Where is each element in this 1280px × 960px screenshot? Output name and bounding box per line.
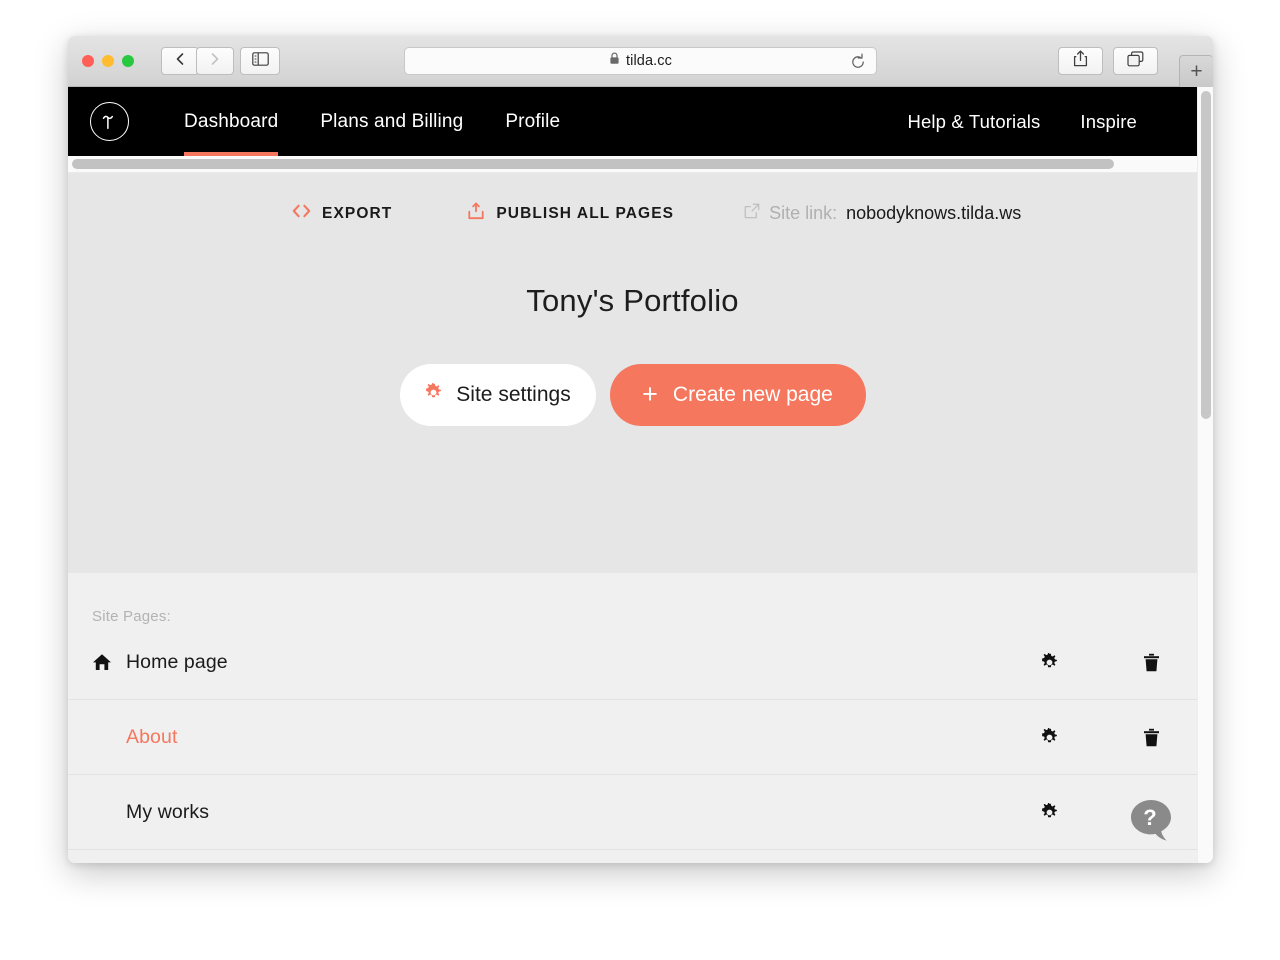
reload-button[interactable]: [849, 53, 867, 71]
site-link[interactable]: Site link: nobodyknows.tilda.ws: [744, 203, 1021, 224]
external-link-icon: [744, 203, 760, 224]
gear-icon: [424, 381, 443, 408]
vertical-scrollbar[interactable]: [1197, 87, 1213, 863]
page-label: Home page: [126, 650, 228, 673]
delete-page-button[interactable]: [1134, 653, 1168, 672]
page-label: About: [126, 725, 178, 748]
share-icon: [1073, 50, 1088, 72]
nav-item-inspire[interactable]: Inspire: [1060, 87, 1157, 156]
create-new-page-label: Create new page: [672, 383, 833, 406]
hero-button-row: Site settings + Create new page: [68, 364, 1197, 426]
nav-item-help-and-tutorials[interactable]: Help & Tutorials: [887, 87, 1060, 156]
chevron-left-icon: [174, 52, 186, 71]
forward-button[interactable]: [196, 47, 234, 75]
topnav-left-links: Dashboard Plans and Billing Profile: [163, 87, 581, 156]
browser-titlebar: tilda.cc +: [68, 36, 1213, 87]
help-glyph: ?: [1143, 805, 1156, 830]
nav-item-profile-label: Profile: [505, 110, 561, 132]
nav-item-inspire-label: Inspire: [1080, 110, 1137, 132]
lock-icon: [609, 52, 620, 70]
window-controls: [82, 55, 134, 67]
nav-item-dashboard-label: Dashboard: [184, 110, 279, 132]
address-bar-text: tilda.cc: [626, 53, 672, 69]
topnav-right-links: Help & Tutorials Inspire: [887, 87, 1213, 156]
horizontal-scrollbar-thumb[interactable]: [72, 159, 1114, 169]
dashboard-hero: EXPORT PUBLISH ALL PAGES Site link: nobo…: [68, 173, 1197, 573]
show-tabs-icon: [1127, 50, 1144, 72]
export-label: EXPORT: [322, 204, 393, 222]
sidebar-toggle-button[interactable]: [240, 47, 280, 75]
page-settings-button[interactable]: [1032, 652, 1066, 672]
minimize-window-button[interactable]: [102, 55, 114, 67]
export-button[interactable]: EXPORT: [292, 204, 392, 223]
site-pages-section: Site Pages: Home page About My works: [68, 573, 1197, 850]
table-row[interactable]: Home page: [68, 625, 1197, 700]
nav-item-plans-and-billing[interactable]: Plans and Billing: [299, 87, 484, 156]
horizontal-scrollbar[interactable]: [68, 156, 1197, 173]
tilda-logo[interactable]: [90, 102, 129, 141]
page-viewport: Dashboard Plans and Billing Profile Help…: [68, 87, 1213, 863]
publish-all-pages-button[interactable]: PUBLISH ALL PAGES: [467, 202, 674, 225]
new-tab-button[interactable]: +: [1179, 55, 1213, 87]
address-bar[interactable]: tilda.cc: [404, 47, 877, 75]
chevron-right-icon: [209, 52, 221, 71]
page-label: My works: [126, 800, 210, 823]
share-button[interactable]: [1058, 47, 1103, 75]
site-link-label: Site link:: [769, 203, 838, 223]
browser-window: tilda.cc + Dashboard Plans and Billing P…: [68, 36, 1213, 863]
site-settings-button[interactable]: Site settings: [399, 364, 596, 426]
nav-item-profile[interactable]: Profile: [484, 87, 581, 156]
site-settings-label: Site settings: [456, 383, 571, 406]
plus-icon: +: [642, 378, 658, 409]
upload-icon: [467, 202, 485, 225]
back-button[interactable]: [161, 47, 199, 75]
delete-page-button[interactable]: [1134, 728, 1168, 747]
close-window-button[interactable]: [82, 55, 94, 67]
home-icon: [92, 653, 112, 671]
show-tabs-button[interactable]: [1113, 47, 1158, 75]
nav-item-dashboard[interactable]: Dashboard: [163, 87, 299, 156]
help-button[interactable]: ?: [1127, 796, 1175, 844]
code-brackets-icon: [292, 204, 311, 223]
page-settings-button[interactable]: [1032, 802, 1066, 822]
nav-item-help-and-tutorials-label: Help & Tutorials: [907, 110, 1041, 132]
table-row[interactable]: My works: [68, 775, 1197, 850]
site-pages-label: Site Pages:: [92, 608, 171, 625]
new-tab-label: +: [1190, 60, 1203, 83]
page-settings-button[interactable]: [1032, 727, 1066, 747]
vertical-scrollbar-thumb[interactable]: [1201, 91, 1211, 419]
site-topnav: Dashboard Plans and Billing Profile Help…: [68, 87, 1213, 156]
publish-label: PUBLISH ALL PAGES: [496, 204, 675, 222]
row-actions: [1032, 652, 1197, 672]
maximize-window-button[interactable]: [122, 55, 134, 67]
hero-action-row: EXPORT PUBLISH ALL PAGES Site link: nobo…: [68, 173, 1197, 225]
sidebar-toggle-icon: [251, 51, 269, 71]
row-actions: [1032, 727, 1197, 747]
site-title: Tony's Portfolio: [526, 283, 739, 318]
create-new-page-button[interactable]: + Create new page: [609, 364, 866, 426]
nav-item-plans-and-billing-label: Plans and Billing: [320, 110, 464, 132]
site-link-value: nobodyknows.tilda.ws: [846, 203, 1022, 223]
table-row[interactable]: About: [68, 700, 1197, 775]
